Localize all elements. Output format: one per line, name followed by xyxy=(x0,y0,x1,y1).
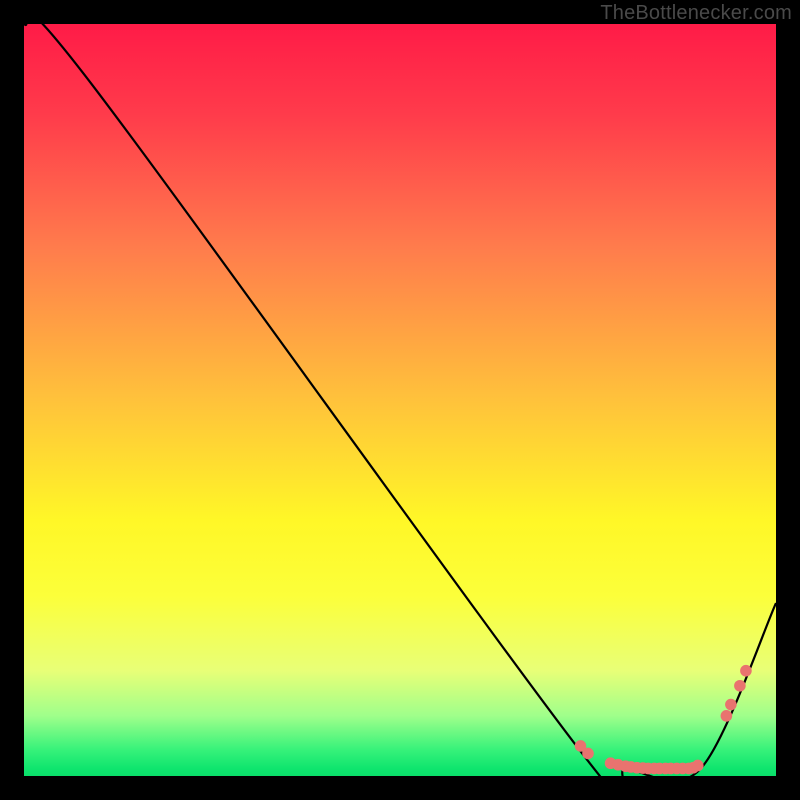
highlight-dot xyxy=(721,710,733,722)
highlight-dot xyxy=(740,665,752,677)
highlight-dot xyxy=(582,748,594,760)
highlight-dot xyxy=(725,699,737,711)
chart-frame: TheBottlenecker.com xyxy=(0,0,800,800)
highlight-dot xyxy=(692,760,704,772)
plot-svg xyxy=(24,24,776,776)
plot-area xyxy=(24,24,776,776)
highlight-dot xyxy=(734,680,746,692)
gradient-background xyxy=(24,24,776,776)
watermark-text: TheBottlenecker.com xyxy=(600,2,792,25)
